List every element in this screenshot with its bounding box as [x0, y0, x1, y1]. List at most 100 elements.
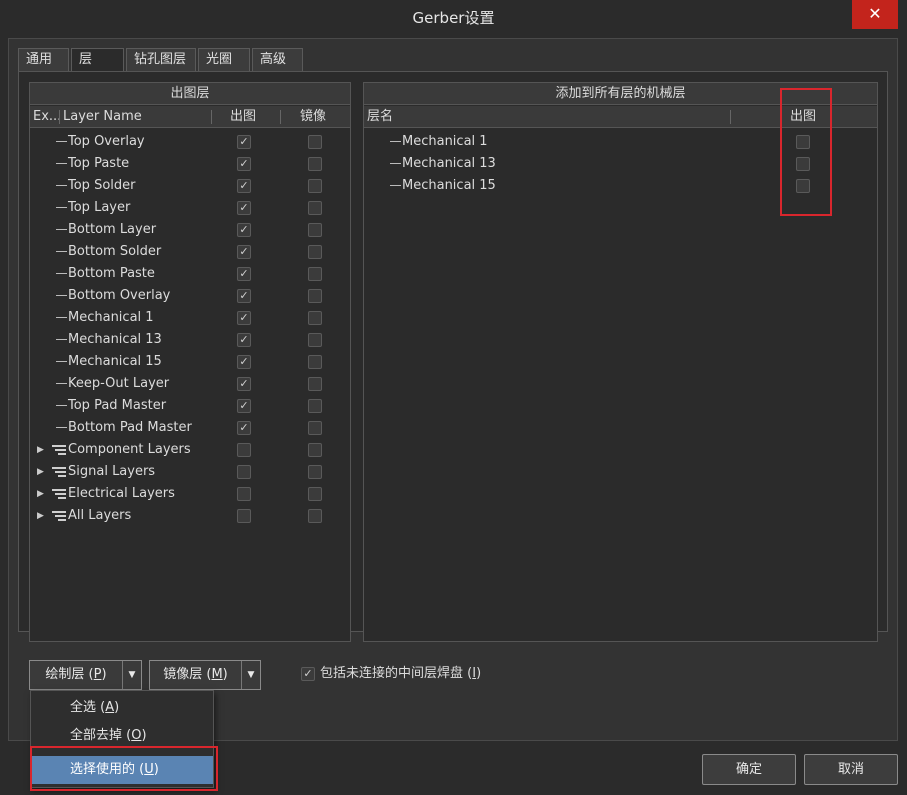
plot-checkbox[interactable]: ✓: [237, 157, 251, 171]
column-expand[interactable]: Ex...: [33, 106, 61, 128]
layer-row[interactable]: Bottom Layer ✓: [30, 219, 350, 241]
plot-checkbox[interactable]: [237, 509, 251, 523]
plot-checkbox[interactable]: ✓: [237, 421, 251, 435]
tab-general[interactable]: 通用: [18, 48, 69, 72]
menu-item-select-all[interactable]: 全选 (A): [31, 694, 213, 722]
column-mirror[interactable]: 镜像: [300, 106, 326, 128]
highlight-plot-column: [780, 88, 832, 216]
layer-row[interactable]: Bottom Solder ✓: [30, 241, 350, 263]
layer-row[interactable]: ▶ Signal Layers: [30, 461, 350, 483]
tab-advanced[interactable]: 高级: [252, 48, 303, 72]
plot-checkbox[interactable]: ✓: [237, 245, 251, 259]
layer-row[interactable]: ▶ Component Layers: [30, 439, 350, 461]
plot-checkbox[interactable]: ✓: [237, 289, 251, 303]
tree-line-icon: [56, 273, 67, 274]
layer-name: Bottom Solder: [68, 244, 162, 259]
layer-row[interactable]: Mechanical 1 ✓: [30, 307, 350, 329]
expand-arrow-icon[interactable]: ▶: [37, 505, 44, 527]
plot-checkbox[interactable]: ✓: [237, 179, 251, 193]
window-title: Gerber设置: [412, 9, 495, 27]
plot-checkbox[interactable]: ✓: [237, 135, 251, 149]
mirror-checkbox[interactable]: [308, 377, 322, 391]
mirror-checkbox[interactable]: [308, 333, 322, 347]
plot-checkbox[interactable]: ✓: [237, 355, 251, 369]
column-layer-name[interactable]: Layer Name: [63, 106, 142, 128]
layer-row[interactable]: Bottom Pad Master ✓: [30, 417, 350, 439]
plot-checkbox[interactable]: ✓: [237, 223, 251, 237]
tab-layers[interactable]: 层: [71, 48, 124, 73]
layer-group-icon: [52, 467, 66, 477]
mirror-checkbox[interactable]: [308, 443, 322, 457]
tree-line-icon: [56, 405, 67, 406]
layer-name: Mechanical 1: [68, 310, 154, 325]
mirror-checkbox[interactable]: [308, 465, 322, 479]
mirror-checkbox[interactable]: [308, 355, 322, 369]
close-button[interactable]: ✕: [852, 0, 898, 29]
plot-layers-dropdown-button[interactable]: 绘制层 (P) ▼: [29, 660, 142, 690]
title-bar: Gerber设置 ✕: [0, 0, 907, 37]
mirror-checkbox[interactable]: [308, 223, 322, 237]
plot-checkbox[interactable]: ✓: [237, 333, 251, 347]
expand-arrow-icon[interactable]: ▶: [37, 439, 44, 461]
mirror-checkbox[interactable]: [308, 509, 322, 523]
mirror-checkbox[interactable]: [308, 179, 322, 193]
plot-layers-grid: 出图层 Ex... Layer Name 出图 镜像 Top Overlay ✓ T…: [29, 82, 351, 642]
mirror-checkbox[interactable]: [308, 157, 322, 171]
layer-row[interactable]: Bottom Overlay ✓: [30, 285, 350, 307]
layer-name: Bottom Layer: [68, 222, 157, 237]
chevron-down-icon[interactable]: ▼: [241, 661, 260, 689]
mirror-checkbox[interactable]: [308, 245, 322, 259]
layer-name: Mechanical 15: [68, 354, 162, 369]
cancel-button[interactable]: 取消: [804, 754, 898, 785]
plot-checkbox[interactable]: [237, 487, 251, 501]
layer-row[interactable]: ▶ Electrical Layers: [30, 483, 350, 505]
layer-row[interactable]: Mechanical 15 ✓: [30, 351, 350, 373]
layer-row[interactable]: Top Overlay ✓: [30, 131, 350, 153]
tree-line-icon: [390, 141, 401, 142]
tab-drill-drawing[interactable]: 钻孔图层: [126, 48, 196, 72]
expand-arrow-icon[interactable]: ▶: [37, 461, 44, 483]
mirror-checkbox[interactable]: [308, 399, 322, 413]
layer-row[interactable]: Top Layer ✓: [30, 197, 350, 219]
layer-row[interactable]: Top Paste ✓: [30, 153, 350, 175]
layer-row[interactable]: Top Pad Master ✓: [30, 395, 350, 417]
ok-button[interactable]: 确定: [702, 754, 796, 785]
layer-row[interactable]: Keep-Out Layer ✓: [30, 373, 350, 395]
tree-line-icon: [56, 251, 67, 252]
mirror-checkbox[interactable]: [308, 289, 322, 303]
plot-checkbox[interactable]: [237, 443, 251, 457]
layer-row[interactable]: Bottom Paste ✓: [30, 263, 350, 285]
layer-name: Electrical Layers: [68, 486, 175, 501]
mirror-checkbox[interactable]: [308, 311, 322, 325]
tab-apertures[interactable]: 光圈: [198, 48, 250, 72]
plot-layers-column-headers: Ex... Layer Name 出图 镜像: [30, 106, 350, 128]
mirror-checkbox[interactable]: [308, 421, 322, 435]
plot-checkbox[interactable]: ✓: [237, 311, 251, 325]
plot-layers-button-label[interactable]: 绘制层 (P): [30, 661, 122, 689]
column-layer-name[interactable]: 层名: [367, 106, 393, 128]
layer-name: Keep-Out Layer: [68, 376, 170, 391]
mirror-layers-dropdown-button[interactable]: 镜像层 (M) ▼: [149, 660, 261, 690]
layer-row[interactable]: ▶ All Layers: [30, 505, 350, 527]
chevron-down-icon[interactable]: ▼: [122, 661, 141, 689]
plot-checkbox[interactable]: ✓: [237, 201, 251, 215]
mirror-checkbox[interactable]: [308, 135, 322, 149]
plot-layers-header: 出图层: [30, 83, 350, 105]
layer-name: Top Solder: [68, 178, 136, 193]
mirror-layers-button-label[interactable]: 镜像层 (M): [150, 661, 241, 689]
plot-checkbox[interactable]: ✓: [237, 267, 251, 281]
plot-checkbox[interactable]: ✓: [237, 399, 251, 413]
layer-name: Mechanical 1: [402, 134, 488, 149]
plot-checkbox[interactable]: [237, 465, 251, 479]
highlight-select-used: [30, 746, 218, 791]
include-unconnected-checkbox[interactable]: ✓: [301, 667, 315, 681]
layer-row[interactable]: Top Solder ✓: [30, 175, 350, 197]
mirror-checkbox[interactable]: [308, 201, 322, 215]
expand-arrow-icon[interactable]: ▶: [37, 483, 44, 505]
column-plot[interactable]: 出图: [230, 106, 256, 128]
plot-checkbox[interactable]: ✓: [237, 377, 251, 391]
layer-row[interactable]: Mechanical 13 ✓: [30, 329, 350, 351]
mirror-checkbox[interactable]: [308, 487, 322, 501]
mirror-checkbox[interactable]: [308, 267, 322, 281]
layer-name: Top Overlay: [68, 134, 145, 149]
